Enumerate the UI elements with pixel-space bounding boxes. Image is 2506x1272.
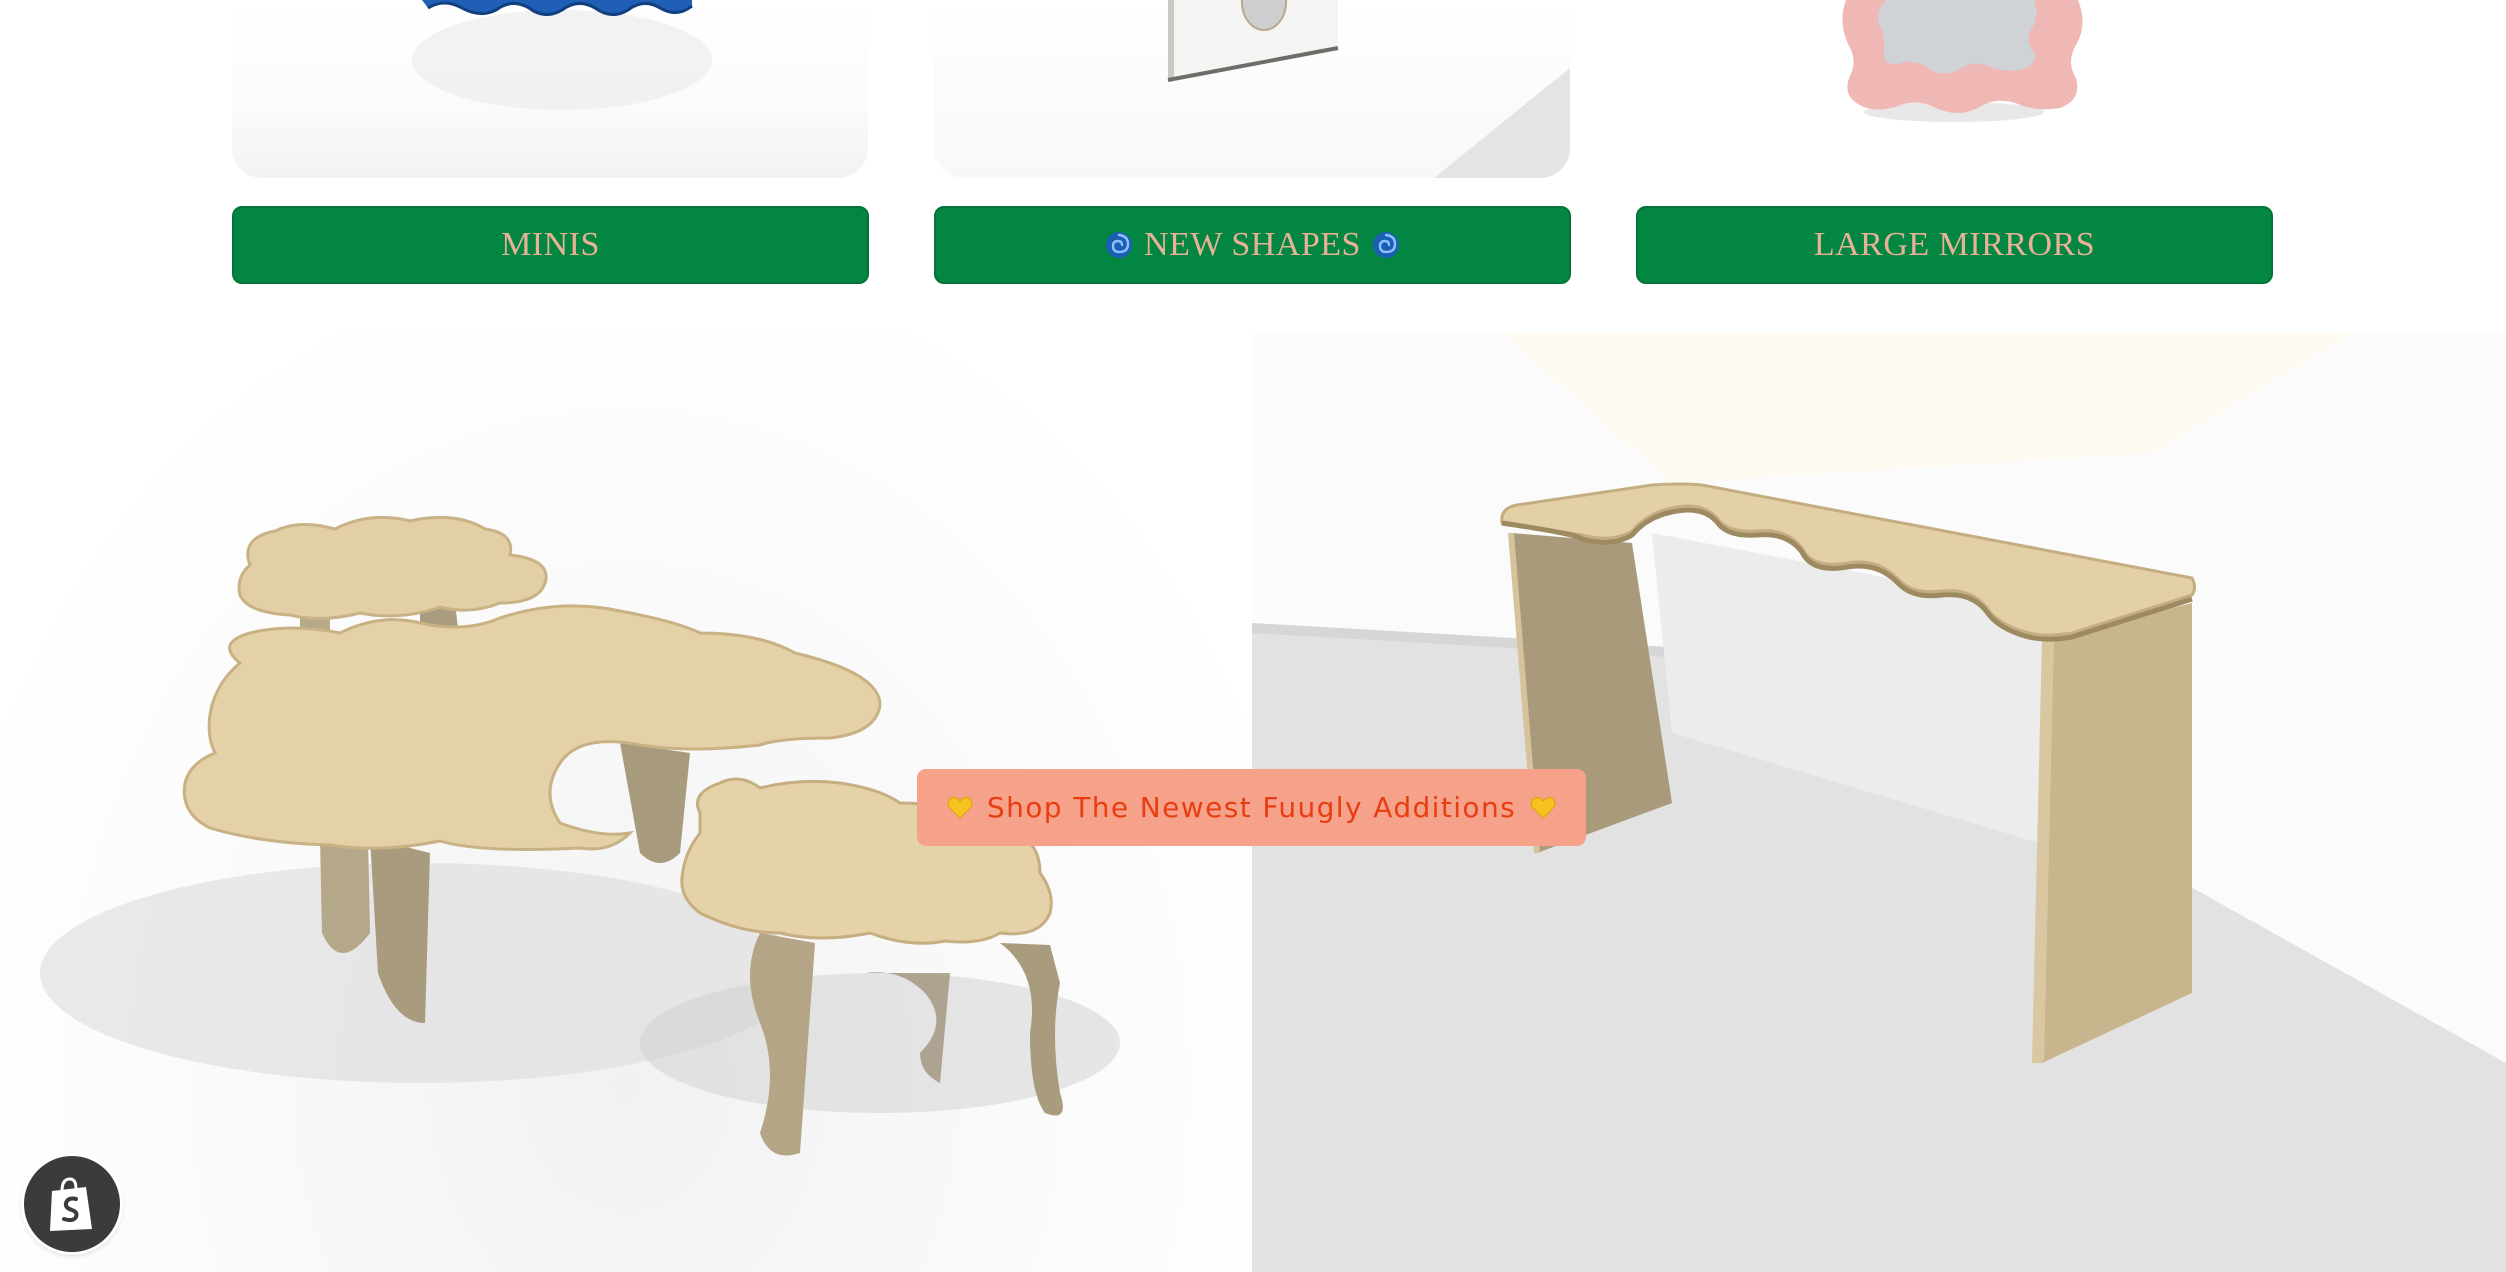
pink-wavy-mirror-image bbox=[1842, 0, 2083, 122]
cyclone-icon bbox=[1372, 232, 1399, 258]
large-mirrors-button-label: LARGE MIRRORS bbox=[1813, 226, 2096, 263]
cta-label: Shop The Newest Fuugly Additions bbox=[986, 791, 1517, 824]
new-shapes-button-label: NEW SHAPES bbox=[1144, 226, 1361, 263]
shop-newest-additions-button[interactable]: Shop The Newest Fuugly Additions bbox=[917, 769, 1586, 846]
cyclone-icon bbox=[1106, 232, 1133, 258]
shopify-bag-icon bbox=[50, 1177, 92, 1231]
blue-wavy-mirror-image bbox=[412, 0, 712, 110]
yellow-heart-icon bbox=[947, 796, 973, 819]
minis-button-label: MINIS bbox=[501, 226, 600, 263]
shopify-badge[interactable] bbox=[24, 1156, 120, 1252]
minis-button[interactable]: MINIS bbox=[232, 206, 869, 284]
large-mirrors-product-image[interactable] bbox=[1636, 0, 2272, 178]
new-shapes-button[interactable]: NEW SHAPES bbox=[934, 206, 1571, 284]
white-framed-mirror-image bbox=[1167, 0, 1570, 178]
new-shapes-product-image[interactable] bbox=[934, 0, 1570, 178]
minis-product-image[interactable] bbox=[232, 0, 868, 178]
product-image-strip bbox=[0, 0, 2506, 178]
yellow-heart-icon bbox=[1530, 796, 1556, 819]
large-mirrors-button[interactable]: LARGE MIRRORS bbox=[1636, 206, 2273, 284]
